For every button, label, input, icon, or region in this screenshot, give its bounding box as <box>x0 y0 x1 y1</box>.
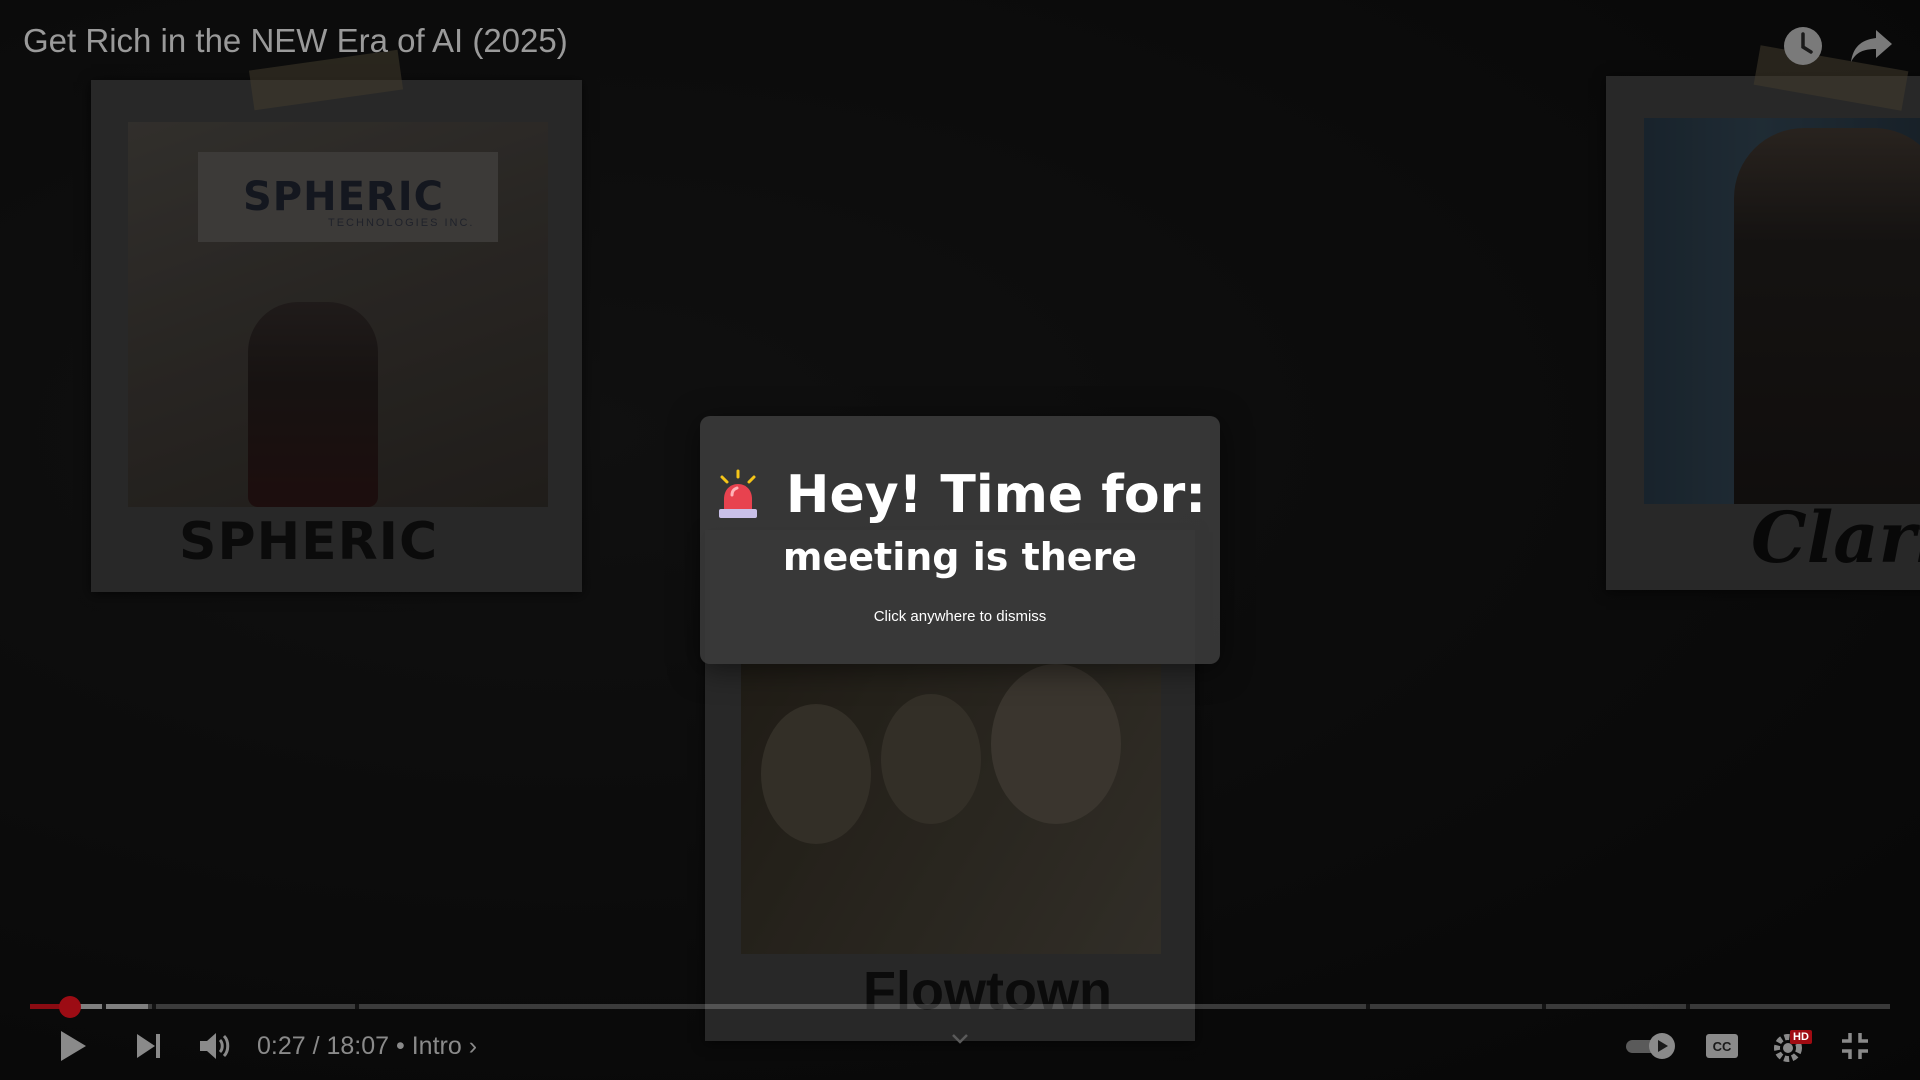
reminder-modal[interactable]: Hey! Time for: meeting is there Click an… <box>700 416 1220 664</box>
next-button[interactable] <box>135 1026 163 1066</box>
chevron-down-icon[interactable] <box>950 1032 970 1046</box>
video-title[interactable]: Get Rich in the NEW Era of AI (2025) <box>23 22 568 60</box>
modal-header: Hey! Time for: <box>700 460 1220 530</box>
exit-fullscreen-icon <box>1842 1033 1868 1059</box>
chapter-chevron[interactable]: › <box>469 1032 477 1060</box>
subtitles-button[interactable]: CC <box>1705 1026 1739 1066</box>
time-current-total: 0:27 / 18:07 <box>257 1032 390 1060</box>
play-button[interactable] <box>58 1026 88 1066</box>
svg-text:CC: CC <box>1713 1039 1732 1054</box>
chapter-title[interactable]: Intro <box>412 1032 462 1060</box>
modal-title: Hey! Time for: <box>785 465 1207 525</box>
time-display: 0:27 / 18:07 • Intro › <box>257 1032 477 1061</box>
autoplay-icon <box>1626 1033 1675 1059</box>
time-separator: • <box>389 1032 412 1060</box>
chapter-marker <box>355 1004 359 1009</box>
volume-button[interactable] <box>198 1026 232 1066</box>
chapter-marker <box>1366 1004 1370 1009</box>
play-icon <box>61 1031 86 1061</box>
volume-icon <box>200 1033 230 1059</box>
next-icon <box>137 1034 160 1058</box>
exit-fullscreen-button[interactable] <box>1840 1026 1870 1066</box>
scrubber-handle[interactable] <box>58 996 81 1018</box>
autoplay-toggle[interactable] <box>1624 1026 1680 1066</box>
chapter-marker <box>1542 1004 1546 1009</box>
siren-icon <box>718 469 757 518</box>
chapter-marker <box>102 1004 106 1009</box>
hd-badge: HD <box>1790 1030 1812 1044</box>
settings-button[interactable]: HD <box>1772 1026 1812 1066</box>
chapter-marker <box>152 1004 156 1009</box>
share-arrow-icon[interactable] <box>1848 24 1892 68</box>
chapter-marker <box>1686 1004 1690 1009</box>
modal-message: meeting is there <box>782 535 1138 579</box>
clock-icon[interactable] <box>1781 24 1825 68</box>
progress-bar[interactable] <box>30 996 1890 1018</box>
cc-icon: CC <box>1706 1034 1738 1058</box>
dismiss-hint: Click anywhere to dismiss <box>873 608 1047 625</box>
